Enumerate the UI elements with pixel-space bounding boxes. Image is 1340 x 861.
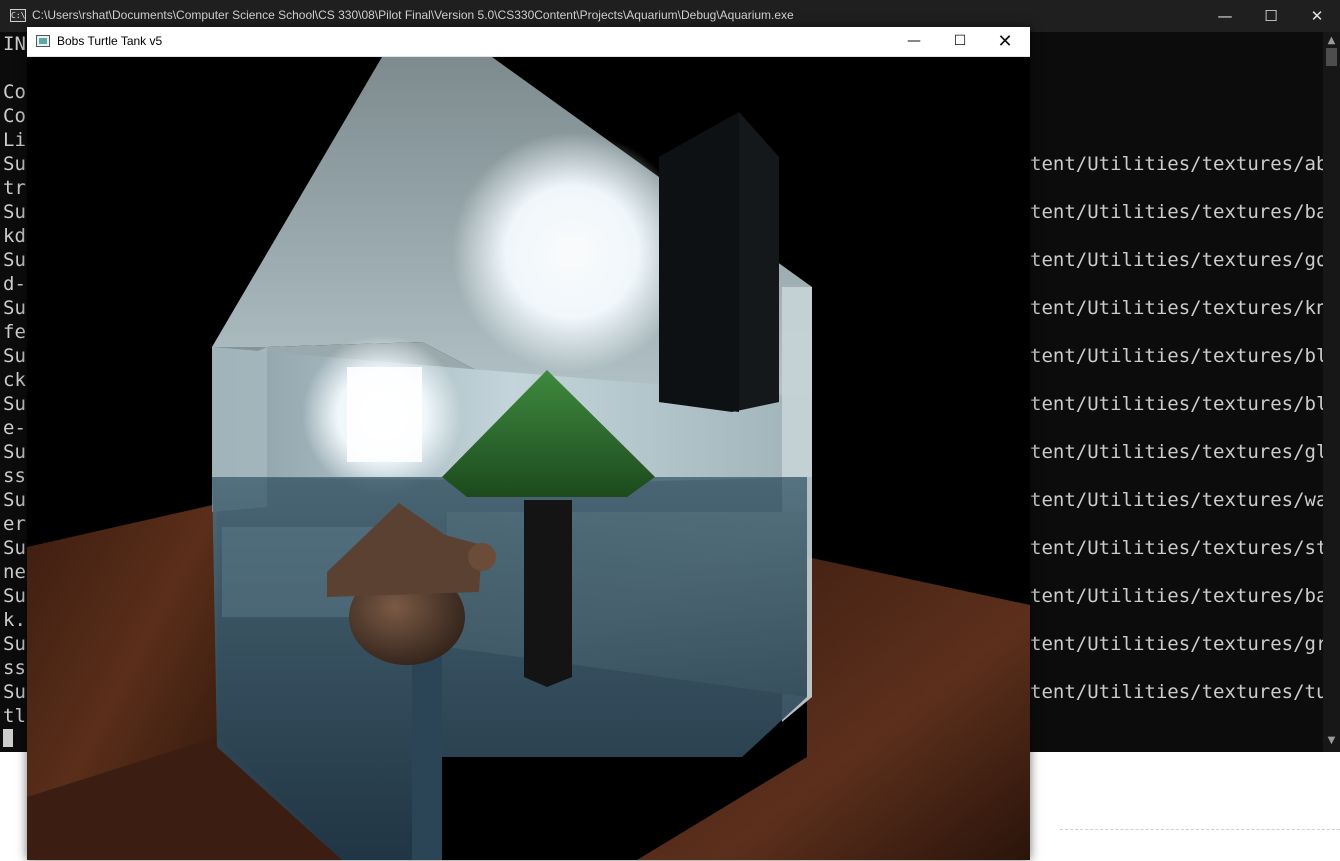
console-line-fragment: fe (3, 321, 26, 343)
console-line-fragment: d- (3, 273, 26, 295)
tank-front-edge (412, 632, 442, 860)
light-glow-top (452, 132, 692, 372)
console-line-fragment: Su (3, 489, 26, 511)
console-line-fragment: Su (3, 585, 26, 607)
console-line-fragment: tr (3, 177, 26, 199)
game-close-button[interactable]: ✕ (982, 27, 1028, 56)
game-titlebar[interactable]: Bobs Turtle Tank v5 — ☐ ✕ (27, 27, 1030, 57)
console-line-fragment: Su (3, 345, 26, 367)
console-line-fragment: Su (3, 681, 26, 703)
console-line-fragment: ne (3, 561, 26, 583)
console-line-fragment: ss (3, 465, 26, 487)
console-window-title: C:\Users\rshat\Documents\Computer Scienc… (32, 8, 794, 22)
console-maximize-button[interactable]: ☐ (1248, 0, 1294, 32)
console-line-fragment: Cor (3, 81, 30, 103)
console-texture-path-line: tent/Utilities/textures/bac (1030, 201, 1324, 223)
console-line-fragment: Su (3, 633, 26, 655)
console-texture-path-line: tent/Utilities/textures/kni (1030, 297, 1324, 319)
game-app-icon (36, 35, 50, 47)
console-line-fragment: Su (3, 537, 26, 559)
console-texture-path-line: tent/Utilities/textures/gla (1030, 441, 1324, 463)
console-texture-path-line: tent/Utilities/textures/wat (1030, 489, 1324, 511)
console-line-fragment: Cor (3, 105, 30, 127)
console-minimize-button[interactable]: — (1202, 0, 1248, 32)
console-cursor (3, 729, 13, 747)
scroll-up-arrow-icon[interactable]: ▲ (1323, 34, 1340, 48)
console-texture-path-line: tent/Utilities/textures/gol (1030, 249, 1324, 271)
console-line-fragment: Su (3, 393, 26, 415)
game-maximize-button[interactable]: ☐ (937, 27, 983, 56)
console-texture-path-line: tent/Utilities/textures/bla (1030, 345, 1324, 367)
tree-trunk (524, 500, 572, 687)
console-line-fragment: ck (3, 369, 26, 391)
turtle-rock-head (468, 543, 496, 571)
console-line-fragment: kd (3, 225, 26, 247)
game-window[interactable]: Bobs Turtle Tank v5 — ☐ ✕ (27, 27, 1030, 860)
console-line-fragment: Su (3, 153, 26, 175)
game-window-title: Bobs Turtle Tank v5 (57, 34, 163, 48)
console-line-fragment: Su (3, 441, 26, 463)
console-line-fragment: tl (3, 705, 26, 727)
console-line-fragment: IN (3, 33, 26, 55)
console-texture-path-line: tent/Utilities/textures/bar (1030, 585, 1324, 607)
console-texture-path-line: tent/Utilities/textures/abs (1030, 153, 1324, 175)
console-texture-path-line: tent/Utilities/textures/gra (1030, 633, 1324, 655)
console-line-fragment: er (3, 513, 26, 535)
black-cube-face (659, 112, 739, 412)
scrollbar-thumb[interactable] (1326, 48, 1337, 66)
console-close-button[interactable]: ✕ (1294, 0, 1340, 32)
dashed-divider (1060, 829, 1340, 830)
console-texture-path-line: tent/Utilities/textures/tur (1030, 681, 1324, 703)
console-line-fragment: Su (3, 249, 26, 271)
console-line-fragment: k. (3, 609, 26, 631)
console-line-fragment: e- (3, 417, 26, 439)
console-line-fragment: Su (3, 297, 26, 319)
aquarium-scene (27, 57, 1030, 860)
console-app-icon: C:\ (10, 9, 26, 22)
light-panel-left (347, 367, 422, 462)
console-output-right-column: tent/Utilities/textures/abs tent/Utilitie… (1030, 32, 1324, 747)
console-texture-path-line: tent/Utilities/textures/sto (1030, 537, 1324, 559)
console-texture-path-line: tent/Utilities/textures/blu (1030, 393, 1324, 415)
scroll-down-arrow-icon[interactable]: ▼ (1323, 734, 1340, 748)
console-line-fragment: ss (3, 657, 26, 679)
game-minimize-button[interactable]: — (891, 27, 937, 56)
console-output-left-column: INCorCorLiSutrSukdSud-SufeSuckSue-SussSu… (0, 32, 30, 747)
render-viewport[interactable] (27, 57, 1030, 860)
console-scrollbar[interactable]: ▲ ▼ (1323, 32, 1340, 752)
console-line-fragment: Su (3, 201, 26, 223)
console-line-fragment: Li (3, 129, 26, 151)
